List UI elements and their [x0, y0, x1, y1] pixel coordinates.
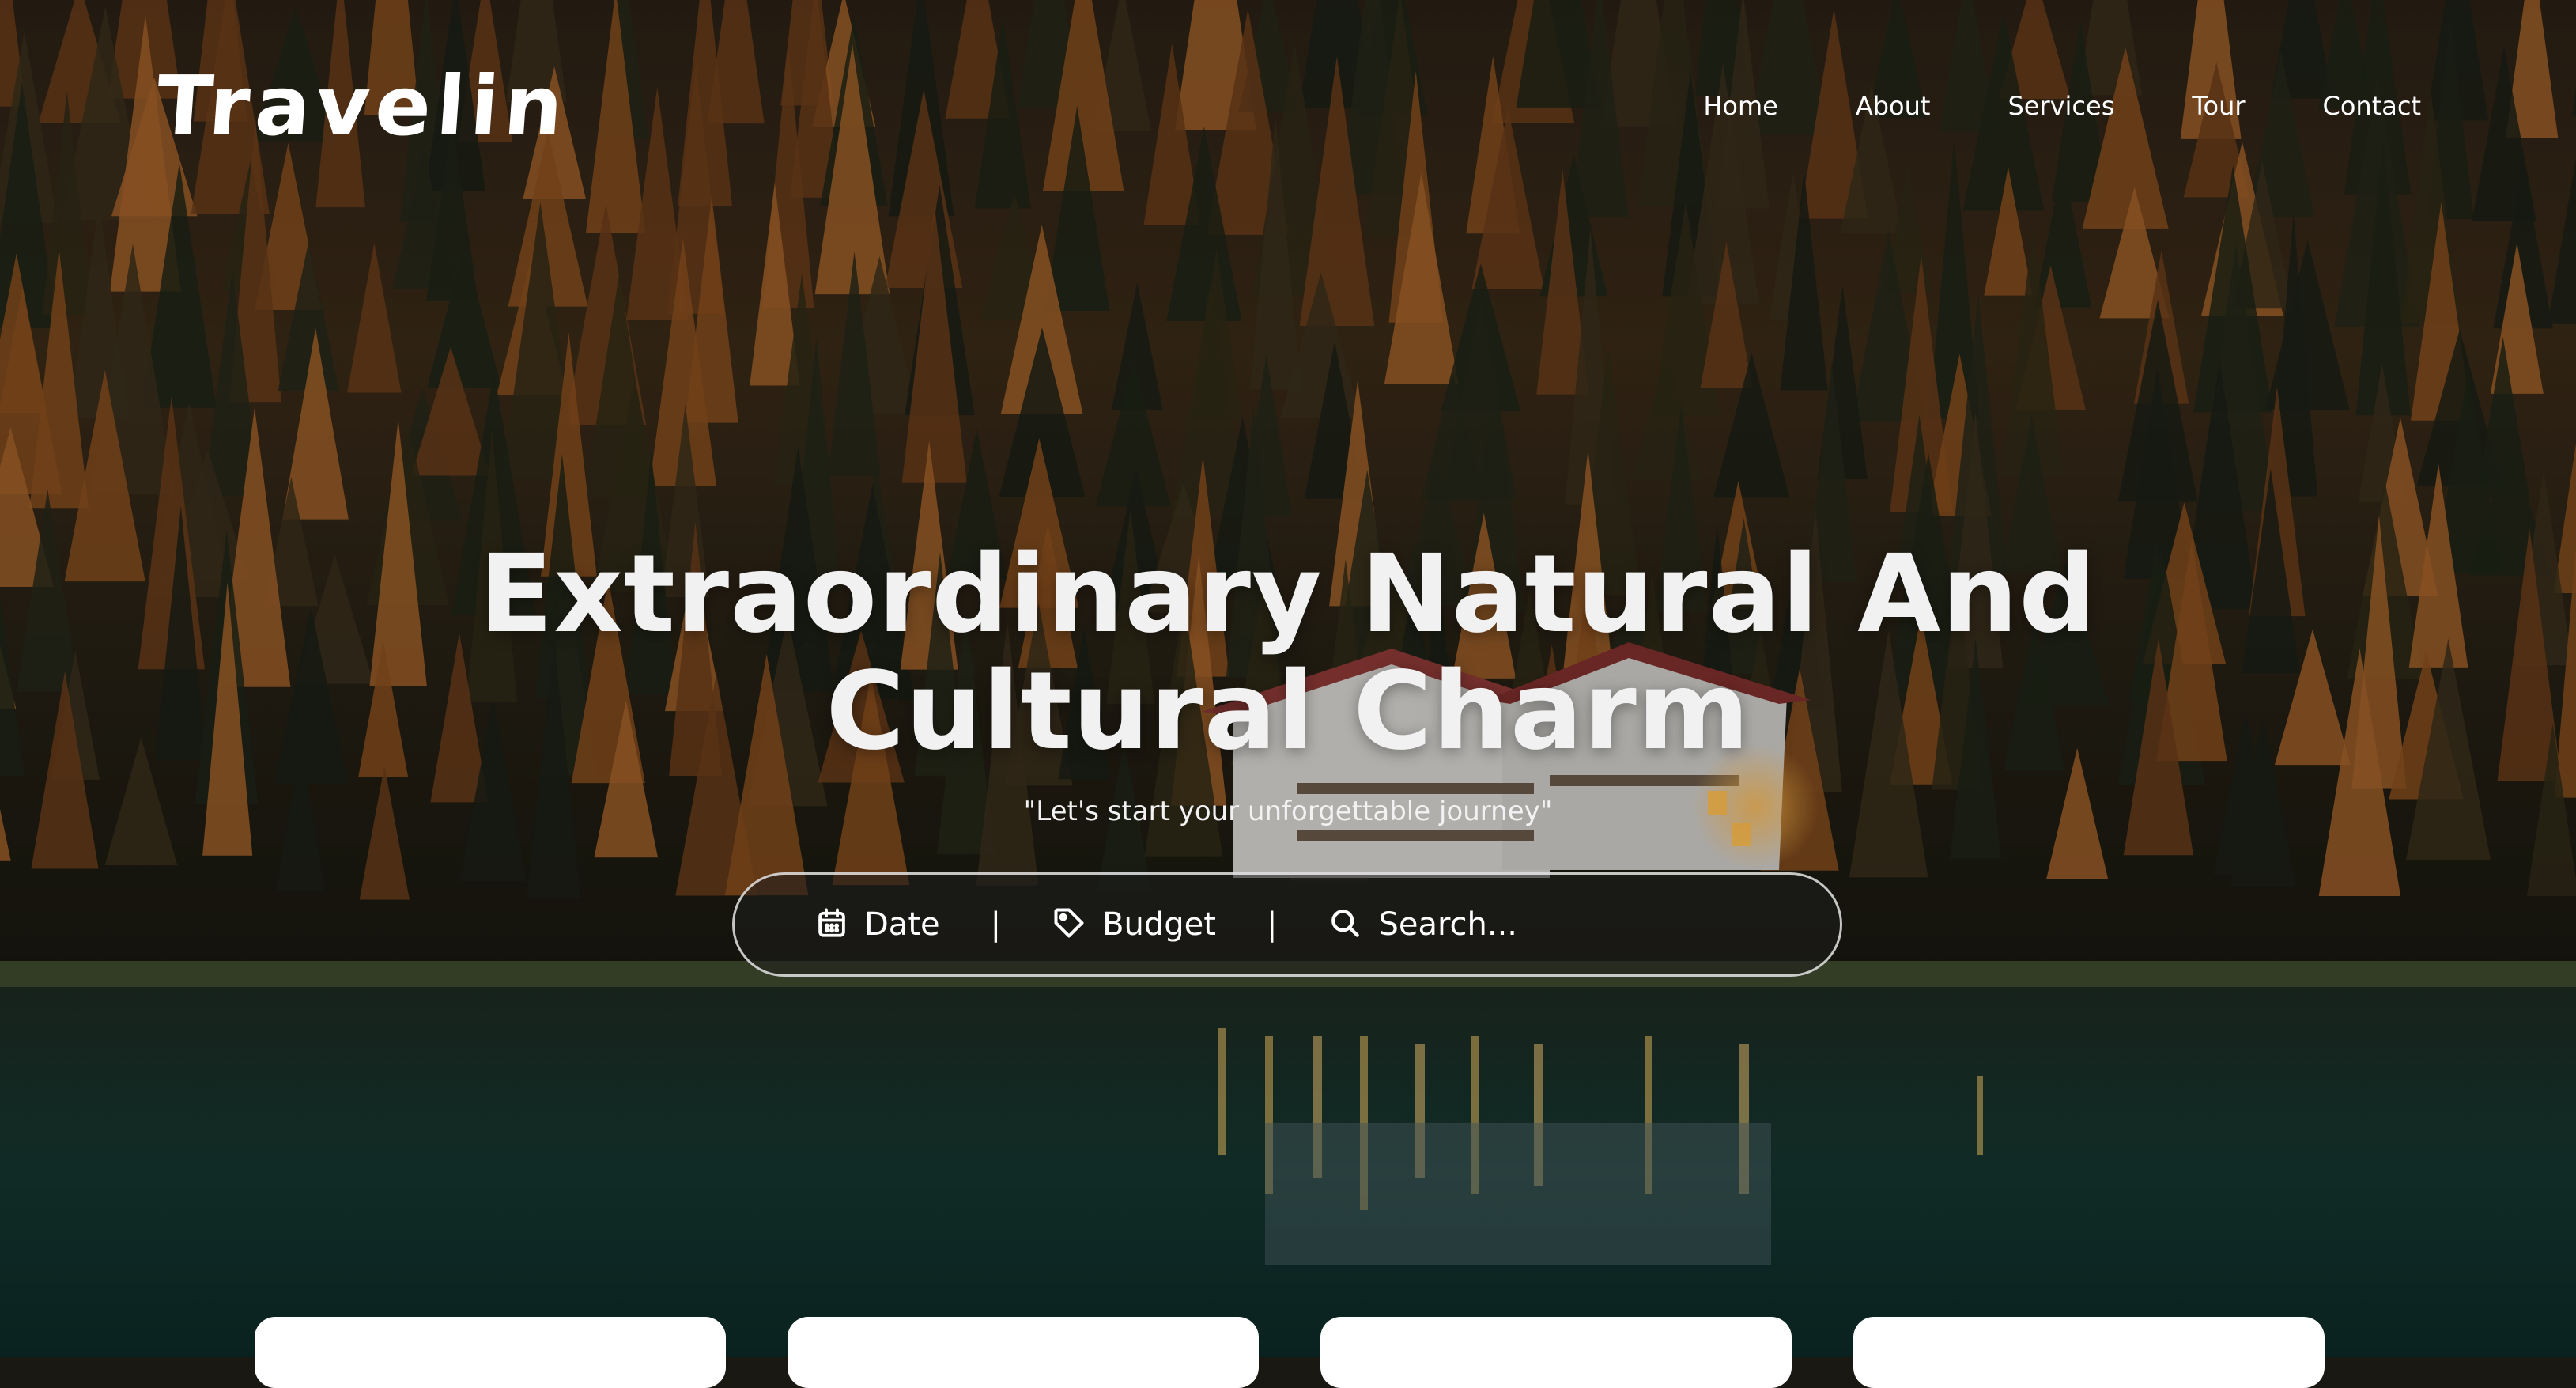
nav-tour[interactable]: Tour [2192, 93, 2245, 119]
search-input[interactable] [1378, 906, 1616, 943]
date-filter-label: Date [864, 906, 940, 943]
main-nav: Home About Services Tour Contact [1703, 93, 2421, 119]
search-field[interactable] [1328, 906, 1616, 944]
brand-logo[interactable]: Travelin [153, 58, 572, 154]
separator: | [1266, 906, 1278, 943]
date-filter-button[interactable]: Date [815, 906, 940, 943]
hero-title: Extraordinary Natural And Cultural Charm [0, 536, 2576, 770]
hero-title-line-2: Cultural Charm [825, 649, 1751, 774]
separator: | [990, 906, 1002, 943]
feature-card[interactable] [1853, 1317, 2325, 1388]
budget-filter-label: Budget [1102, 906, 1216, 943]
nav-home[interactable]: Home [1703, 93, 1778, 119]
budget-filter-button[interactable]: Budget [1052, 906, 1216, 944]
search-bar: Date | Budget | [732, 872, 1842, 977]
nav-contact[interactable]: Contact [2323, 93, 2422, 119]
calendar-icon [815, 906, 848, 943]
hero-title-line-1: Extraordinary Natural And [479, 532, 2097, 657]
search-icon [1328, 906, 1362, 944]
tag-icon [1052, 906, 1086, 944]
hero-subtitle: "Let's start your unforgettable journey" [1023, 796, 1553, 827]
nav-services[interactable]: Services [2008, 93, 2114, 119]
feature-card[interactable] [788, 1317, 1259, 1388]
feature-card[interactable] [1320, 1317, 1792, 1388]
nav-about[interactable]: About [1856, 93, 1931, 119]
feature-card[interactable] [255, 1317, 726, 1388]
